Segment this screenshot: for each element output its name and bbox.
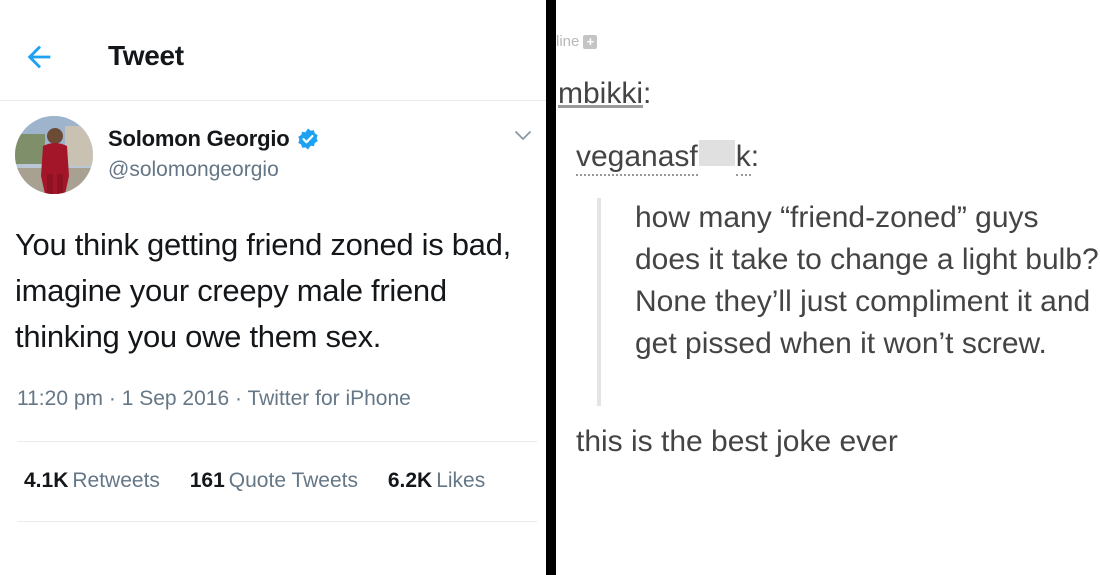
quote-tweets-label: Quote Tweets xyxy=(228,469,358,492)
verified-badge-icon xyxy=(297,128,318,150)
quote-tweets-count: 161 xyxy=(189,469,225,492)
author-name-row: Solomon Georgio xyxy=(108,124,320,154)
author-handle[interactable]: @solomongeorgio xyxy=(108,158,279,182)
tweet-header: Tweet xyxy=(0,0,546,101)
tweet-stats: 4.1K Retweets 161 Quote Tweets 6.2K Likes xyxy=(24,469,485,493)
top-fragment-text: line xyxy=(556,33,580,50)
reblogger-username[interactable]: mbikki: xyxy=(558,77,651,111)
tumblr-top-fragment: line + xyxy=(556,33,598,50)
divider xyxy=(17,441,537,442)
tweet-date[interactable]: 1 Sep 2016 xyxy=(122,387,229,410)
chevron-down-icon[interactable] xyxy=(513,126,533,146)
tweet-text: You think getting friend zoned is bad, i… xyxy=(15,227,511,354)
op-name-end: k xyxy=(735,140,751,176)
panel-divider xyxy=(546,0,556,575)
retweets-stat[interactable]: 4.1K Retweets xyxy=(24,469,160,493)
tweet-meta: 11:20 pm · 1 Sep 2016 · Twitter for iPho… xyxy=(17,387,411,411)
reblogger-name: mbikki xyxy=(558,77,644,110)
author-name[interactable]: Solomon Georgio xyxy=(108,126,290,152)
tumblr-panel: line + mbikki: veganasf k: how many “frie… xyxy=(556,0,1100,575)
likes-count: 6.2K xyxy=(387,469,433,492)
meta-separator: · xyxy=(234,387,242,410)
retweets-label: Retweets xyxy=(72,469,160,492)
tweet-source[interactable]: Twitter for iPhone xyxy=(247,387,410,410)
tweet-time[interactable]: 11:20 pm xyxy=(17,387,103,410)
original-poster-username[interactable]: veganasf k: xyxy=(576,140,759,176)
page-title: Tweet xyxy=(108,40,184,71)
avatar-image xyxy=(15,116,93,194)
tweet-panel: Tweet Solomon Georgio @solomongeorgio Yo… xyxy=(0,0,546,575)
meme-composite: Tweet Solomon Georgio @solomongeorgio Yo… xyxy=(0,0,1100,575)
colon: : xyxy=(750,140,760,173)
likes-label: Likes xyxy=(436,469,486,492)
quote-bar xyxy=(597,198,601,406)
quote-tweets-stat[interactable]: 161 Quote Tweets xyxy=(190,469,358,493)
meta-separator: · xyxy=(108,387,116,410)
colon: : xyxy=(643,77,652,110)
divider xyxy=(17,521,537,522)
back-arrow-icon[interactable] xyxy=(22,40,56,74)
retweets-count: 4.1K xyxy=(24,469,69,492)
plus-icon[interactable]: + xyxy=(583,34,598,49)
censor-block xyxy=(698,140,735,166)
quoted-post-text: how many “friend-zoned” guys does it tak… xyxy=(635,201,1099,360)
reply-text: this is the best joke ever xyxy=(576,425,898,458)
avatar[interactable] xyxy=(15,116,93,194)
likes-stat[interactable]: 6.2K Likes xyxy=(388,469,485,493)
op-name-start: veganasf xyxy=(576,140,698,176)
